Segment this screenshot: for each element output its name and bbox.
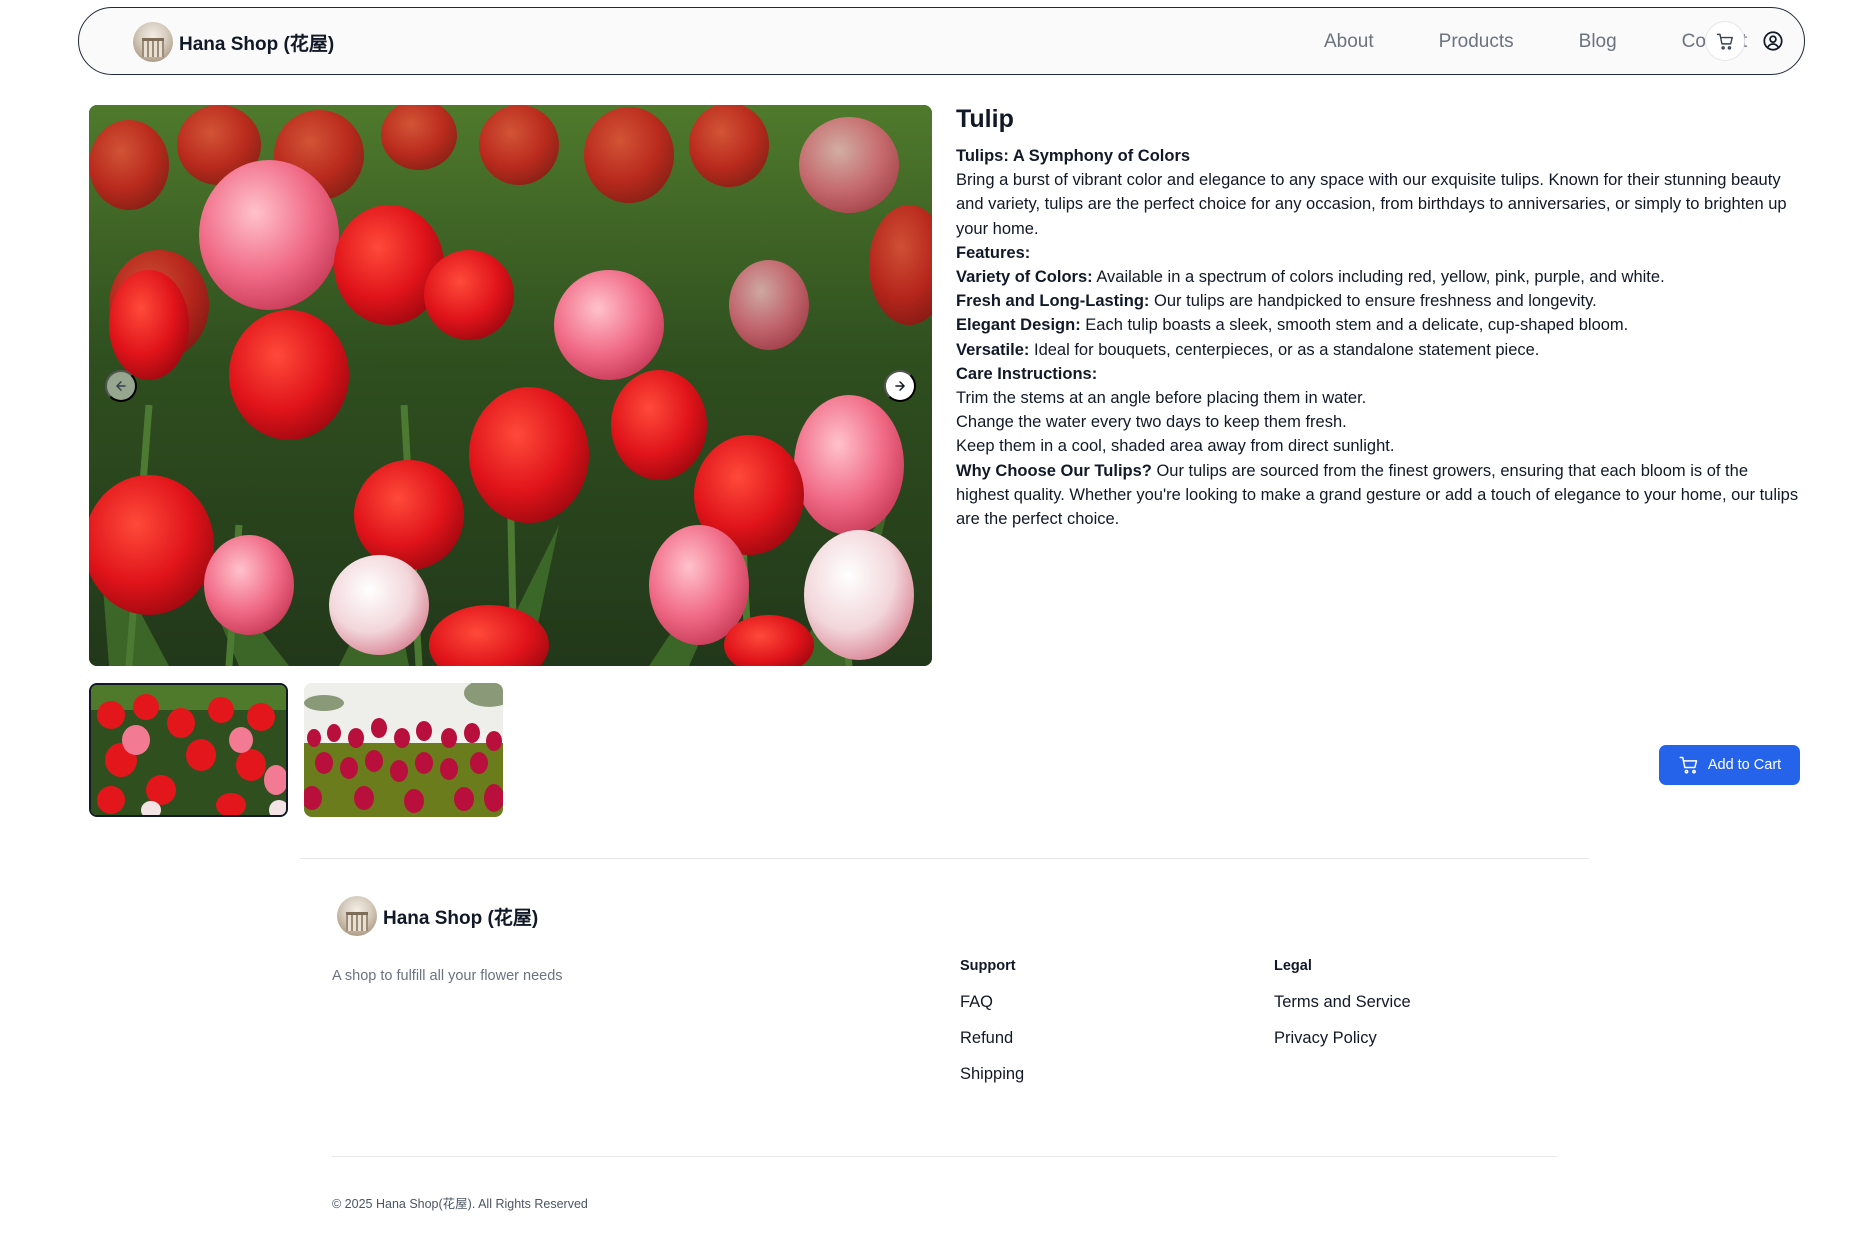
- footer-link-shipping[interactable]: Shipping: [960, 1064, 1024, 1084]
- feature-label: Versatile:: [956, 340, 1030, 359]
- footer-link-privacy[interactable]: Privacy Policy: [1274, 1028, 1411, 1048]
- arrow-left-icon: [116, 381, 126, 391]
- cart-button[interactable]: [1705, 21, 1745, 61]
- prev-image-button[interactable]: [105, 370, 137, 402]
- navbar: Hana Shop (花屋) About Products Blog Conta…: [78, 7, 1805, 75]
- footer-link-terms[interactable]: Terms and Service: [1274, 992, 1411, 1012]
- description-intro: Bring a burst of vibrant color and elega…: [956, 171, 1787, 238]
- feature-label: Elegant Design:: [956, 316, 1081, 335]
- nav-links: About Products Blog Contact: [1324, 8, 1747, 76]
- add-to-cart-button[interactable]: Add to Cart: [1659, 745, 1800, 785]
- footer-brand-name: Hana Shop (花屋): [383, 907, 539, 929]
- footer-divider: [300, 858, 1589, 859]
- user-circle-icon: [1763, 31, 1783, 51]
- legal-title: Legal: [1274, 958, 1312, 974]
- feature-item: Fresh and Long-Lasting: Our tulips are h…: [956, 289, 1804, 313]
- shop-logo: [133, 22, 173, 62]
- product-title: Tulip: [956, 105, 1014, 133]
- feature-text: Ideal for bouquets, centerpieces, or as …: [1033, 340, 1540, 359]
- feature-text: Our tulips are handpicked to ensure fres…: [1154, 292, 1597, 311]
- support-title: Support: [960, 958, 1016, 974]
- next-image-button[interactable]: [884, 370, 916, 402]
- footer-bottom-divider: [332, 1156, 1557, 1157]
- account-button[interactable]: [1753, 21, 1793, 61]
- thumbnail-photo: [91, 685, 286, 815]
- brand-link[interactable]: Hana Shop (花屋): [133, 22, 334, 62]
- feature-item: Variety of Colors: Available in a spectr…: [956, 265, 1804, 289]
- tulip-field-photo: [89, 105, 932, 666]
- feature-label: Variety of Colors:: [956, 268, 1093, 287]
- feature-text: Each tulip boasts a sleek, smooth stem a…: [1085, 316, 1629, 335]
- cart-icon: [1716, 33, 1733, 50]
- thumbnail-2[interactable]: [304, 683, 503, 817]
- cart-icon: [1679, 756, 1698, 774]
- product-description: Tulips: A Symphony of Colors Bring a bur…: [956, 144, 1804, 531]
- nav-products[interactable]: Products: [1439, 31, 1514, 53]
- why-label: Why Choose Our Tulips?: [956, 461, 1152, 480]
- copyright: © 2025 Hana Shop(花屋). All Rights Reserve…: [332, 1197, 588, 1211]
- nav-blog[interactable]: Blog: [1579, 31, 1617, 53]
- thumbnail-1[interactable]: [89, 683, 288, 817]
- feature-text: Available in a spectrum of colors includ…: [1096, 268, 1665, 287]
- feature-label: Fresh and Long-Lasting:: [956, 292, 1150, 311]
- care-item: Keep them in a cool, shaded area away fr…: [956, 437, 1395, 456]
- care-item: Trim the stems at an angle before placin…: [956, 389, 1367, 408]
- footer-brand-link[interactable]: Hana Shop (花屋): [337, 896, 538, 936]
- nav-about[interactable]: About: [1324, 31, 1374, 53]
- arrow-right-icon: [895, 381, 905, 391]
- main-product-image: [89, 105, 932, 666]
- brand-name: Hana Shop (花屋): [179, 33, 335, 55]
- footer-tagline: A shop to fulfill all your flower needs: [332, 968, 563, 984]
- features-heading: Features:: [956, 243, 1031, 262]
- footer-link-refund[interactable]: Refund: [960, 1028, 1024, 1048]
- care-item: Change the water every two days to keep …: [956, 413, 1347, 432]
- add-to-cart-label: Add to Cart: [1707, 757, 1782, 773]
- footer-legal-column: Legal Terms and Service Privacy Policy: [1274, 958, 1411, 1064]
- care-heading: Care Instructions:: [956, 364, 1098, 383]
- description-subtitle: Tulips: A Symphony of Colors: [956, 147, 1191, 165]
- feature-item: Versatile: Ideal for bouquets, centerpie…: [956, 338, 1804, 362]
- footer-link-faq[interactable]: FAQ: [960, 992, 1024, 1012]
- shop-logo: [337, 896, 377, 936]
- product-details: Tulip Tulips: A Symphony of Colors Bring…: [956, 105, 1804, 531]
- thumbnail-photo: [304, 683, 503, 817]
- footer-support-column: Support FAQ Refund Shipping: [960, 958, 1024, 1100]
- feature-item: Elegant Design: Each tulip boasts a slee…: [956, 313, 1804, 337]
- why-choose: Why Choose Our Tulips? Our tulips are so…: [956, 459, 1804, 532]
